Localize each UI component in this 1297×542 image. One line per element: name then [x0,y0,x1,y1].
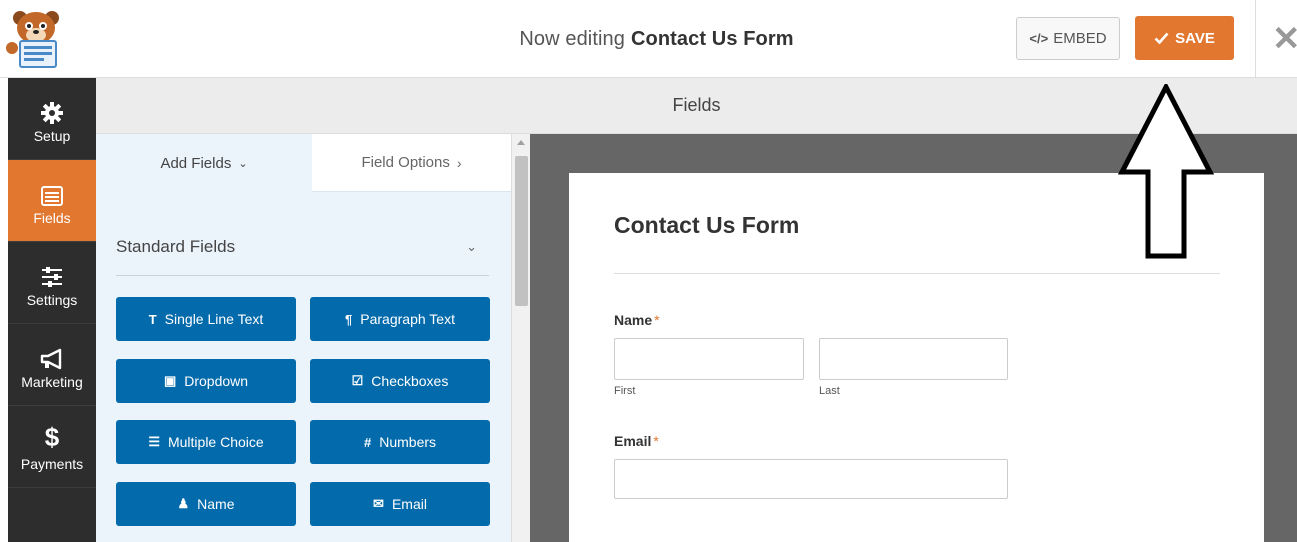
dollar-icon: $ [44,422,60,452]
envelope-icon: ✉ [373,496,384,511]
code-icon: </> [1029,31,1049,46]
up-arrow-annotation-icon [1118,84,1214,259]
form-name: Contact Us Form [630,27,794,50]
sidebar-item-label: Payments [20,456,84,472]
chevron-down-icon: ⌄ [466,238,477,254]
embed-label: EMBED [1053,30,1107,47]
field-button-name[interactable]: ♟ Name [116,482,296,526]
field-button-label: Single Line Text [164,311,264,327]
megaphone-icon [40,336,64,370]
editing-prefix: Now editing [519,27,625,50]
field-button-label: Dropdown [184,373,249,389]
email-label-text: Email [614,433,652,449]
field-button-label: Name [197,496,235,512]
field-button-numbers[interactable]: # Numbers [310,420,490,464]
hash-icon: # [363,434,372,450]
sidebar-item-label: Setup [33,128,71,144]
sidebar-item-setup[interactable]: Setup [8,78,96,160]
required-mark: * [653,433,659,449]
name-first-sublabel: First [614,385,636,397]
chevron-down-icon: ⌄ [238,157,248,170]
sidebar-item-settings[interactable]: Settings [8,242,96,324]
list-icon: ☰ [148,434,160,449]
section-title: Standard Fields [116,236,236,256]
sidebar-item-marketing[interactable]: Marketing [8,324,96,406]
field-button-single-line-text[interactable]: T Single Line Text [116,297,296,341]
standard-fields-header[interactable]: Standard Fields ⌄ [116,218,489,276]
field-button-label: Numbers [379,434,437,450]
tab-add-fields-label: Add Fields [160,154,232,172]
sliders-icon [41,254,63,288]
sidebar-item-label: Fields [33,210,71,226]
field-button-label: Email [391,496,427,512]
checkbox-icon: ☑ [351,373,364,388]
name-last-input[interactable] [819,338,1008,380]
sidebar: Setup Fields Settings Marketing $ Paymen… [8,78,96,542]
paragraph-icon: ¶ [345,311,353,327]
gear-icon [41,90,63,124]
chevron-right-icon: › [456,154,462,171]
form-title-divider [614,273,1220,274]
field-button-paragraph-text[interactable]: ¶ Paragraph Text [310,297,490,341]
top-header: Now editing Contact Us Form </> EMBED SA… [0,0,1297,78]
field-button-email[interactable]: ✉ Email [310,482,490,526]
dropdown-icon: ▣ [163,373,177,388]
save-button[interactable]: SAVE [1135,16,1234,60]
sidebar-item-fields[interactable]: Fields [8,160,96,242]
email-field-label[interactable]: Email * [614,433,659,449]
preview-form-title: Contact Us Form [614,212,800,238]
scroll-up-arrow-icon[interactable] [517,140,525,145]
name-label-text: Name [614,312,653,328]
tab-field-options[interactable]: Field Options › [312,134,511,192]
field-button-label: Checkboxes [371,373,449,389]
field-button-label: Paragraph Text [360,311,455,327]
required-mark: * [654,312,660,328]
sidebar-item-payments[interactable]: $ Payments [8,406,96,488]
sidebar-item-label: Settings [26,292,78,308]
header-divider [1255,0,1256,78]
panel-scrollbar[interactable] [511,134,530,542]
embed-button[interactable]: </> EMBED [1016,17,1120,60]
tab-field-options-label: Field Options [361,154,450,171]
scroll-thumb[interactable] [515,156,528,306]
close-icon[interactable]: ✕ [1272,20,1297,58]
email-input[interactable] [614,459,1008,499]
name-first-input[interactable] [614,338,804,380]
field-button-checkboxes[interactable]: ☑ Checkboxes [310,359,490,403]
fields-title: Fields [672,95,721,115]
check-icon [1154,32,1169,44]
sidebar-item-label: Marketing [21,374,83,390]
text-icon: T [148,311,157,327]
fields-title-bar: Fields [96,78,1297,134]
tab-add-fields[interactable]: Add Fields ⌄ [96,134,312,192]
field-button-dropdown[interactable]: ▣ Dropdown [116,359,296,403]
field-button-label: Multiple Choice [167,434,264,450]
left-edge-strip [0,78,8,542]
user-icon: ♟ [177,496,190,511]
name-field-label[interactable]: Name * [614,312,660,328]
save-label: SAVE [1175,29,1215,47]
name-last-sublabel: Last [819,385,840,397]
field-button-multiple-choice[interactable]: ☰ Multiple Choice [116,420,296,464]
form-list-icon [41,172,63,206]
